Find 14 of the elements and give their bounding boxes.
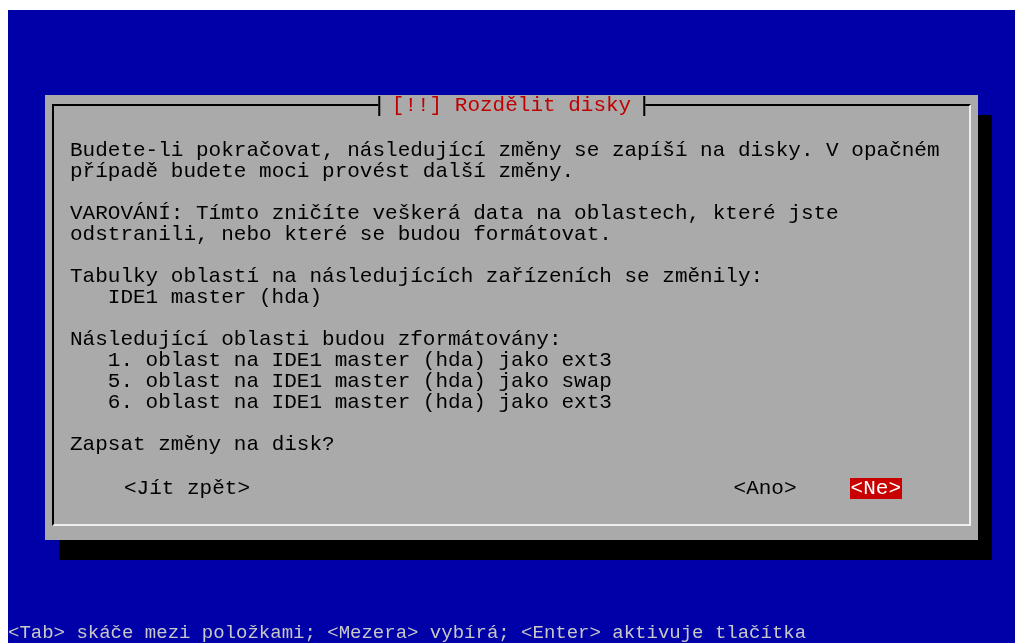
dialog-button[interactable]: <Ano> [732, 478, 798, 499]
list-item-text: 1. oblast na IDE1 master (hda) jako ext3 [107, 350, 613, 371]
message-text: Tabulky oblastí na následujících zařízeních se změnily: [70, 266, 765, 287]
keyboard-hint: <Tab> skáče mezi položkami; <Mezera> vybírá; <Enter> aktivuje tlačítka [8, 624, 807, 643]
dialog-title: [!!] Rozdělit disky [377, 96, 646, 116]
message-text: Následující oblasti budou zformátovány: [70, 329, 563, 350]
dialog-button[interactable]: <Ne> [849, 478, 902, 499]
message-text: Budete-li pokračovat, následující změny se zapíší na disky. V opačném případě budete moci provést další změny. [70, 140, 941, 182]
message-text: VAROVÁNÍ: Tímto zničíte veškerá data na oblastech, které jste odstranili, nebo které se budou formátovat. [70, 203, 840, 245]
message-text: Zapsat změny na disk? [70, 434, 336, 455]
dialog-button[interactable]: <Jít zpět> [123, 478, 252, 499]
list-item-text: 6. oblast na IDE1 master (hda) jako ext3 [107, 392, 613, 413]
list-item-text: 5. oblast na IDE1 master (hda) jako swap [107, 371, 613, 392]
list-item-text: IDE1 master (hda) [107, 287, 324, 308]
